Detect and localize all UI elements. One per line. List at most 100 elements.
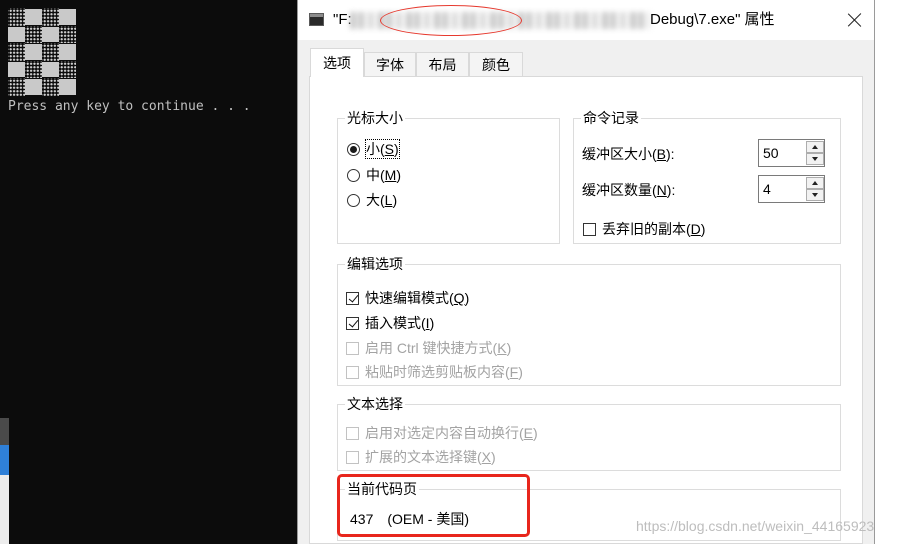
console-pattern-cell	[8, 78, 25, 96]
buffer-count-label: 缓冲区数量(N):	[582, 180, 675, 200]
checkbox-quick-edit-mode[interactable]: 快速编辑模式(Q)	[346, 288, 469, 308]
close-button[interactable]	[841, 6, 869, 34]
console-pattern-cell	[8, 43, 25, 61]
access-key: E	[523, 425, 534, 441]
console-pattern-cell	[8, 26, 25, 43]
group-title: 命令记录	[581, 109, 641, 127]
label-text: 缓冲区数量(	[582, 182, 657, 198]
label-text: )	[491, 449, 496, 465]
access-key: M	[384, 167, 397, 183]
label-text: 快速编辑模式(	[365, 290, 454, 306]
console-pattern-cell	[42, 43, 59, 61]
tab-options[interactable]: 选项	[310, 48, 364, 77]
label-text: 启用 Ctrl 键快捷方式(	[365, 340, 498, 356]
console-window[interactable]: Press any key to continue . . .	[0, 0, 297, 544]
console-checkerboard-output	[8, 8, 76, 96]
label-text: )	[700, 221, 706, 237]
console-pattern-cell	[59, 9, 76, 25]
tab-label: 选项	[323, 55, 351, 71]
checkbox[interactable]	[583, 222, 596, 236]
group-title: 编辑选项	[345, 255, 405, 273]
buffer-size-label: 缓冲区大小(B):	[582, 144, 675, 164]
console-pattern-cell	[25, 79, 42, 95]
access-key: B	[656, 146, 667, 162]
console-pattern-cell	[59, 25, 76, 44]
radio-button[interactable]	[347, 142, 360, 156]
label-text: 大(	[366, 192, 385, 208]
checkbox-discard-old-duplicates[interactable]: 丢弃旧的副本(D)	[583, 219, 705, 239]
background-window-accent	[0, 445, 9, 475]
checkbox-line-wrap-selection: 启用对选定内容自动换行(E)	[346, 423, 538, 443]
buffer-count-stepper	[758, 175, 825, 203]
label-text: 丢弃旧的副本(	[602, 221, 691, 237]
checkbox-label: 启用 Ctrl 键快捷方式(K)	[365, 339, 511, 357]
console-pattern-cell	[42, 8, 59, 26]
console-pattern-cell	[59, 60, 76, 79]
annotation-highlight-box	[337, 474, 530, 537]
radio-button[interactable]	[347, 193, 360, 207]
spin-up-icon	[812, 181, 818, 185]
spin-up-button[interactable]	[806, 177, 824, 189]
properties-dialog: "F: Debug\7.exe" 属性 选项 字体 布局 颜色 光标大小 小(S…	[297, 0, 875, 544]
checkbox	[346, 450, 359, 464]
buffer-count-input[interactable]	[759, 176, 805, 202]
label-text: )	[429, 315, 435, 331]
label-text: )	[396, 167, 402, 183]
background-window-edge-light	[0, 475, 9, 544]
buffer-size-stepper	[758, 139, 825, 167]
console-pattern-cell	[8, 8, 25, 26]
label-text: )	[394, 141, 399, 157]
access-key: F	[509, 364, 519, 380]
radio-cursor-medium[interactable]: 中(M)	[347, 165, 401, 185]
radio-label: 小(S)	[365, 139, 400, 159]
spin-down-button[interactable]	[806, 153, 824, 165]
radio-button[interactable]	[347, 168, 360, 182]
console-pattern-cell	[8, 61, 25, 78]
access-key: D	[690, 221, 701, 237]
radio-label: 中(M)	[366, 166, 401, 184]
checkbox-ctrl-shortcuts: 启用 Ctrl 键快捷方式(K)	[346, 338, 511, 358]
checkbox-insert-mode[interactable]: 插入模式(I)	[346, 313, 434, 333]
console-pattern-cell	[59, 79, 76, 95]
checkbox-label: 启用对选定内容自动换行(E)	[365, 424, 538, 442]
console-pattern-cell	[25, 60, 42, 79]
tab-colors[interactable]: 颜色	[469, 52, 523, 76]
tab-layout[interactable]: 布局	[416, 52, 469, 76]
checkbox-label: 扩展的文本选择键(X)	[365, 448, 496, 466]
checkbox[interactable]	[346, 316, 359, 330]
label-text: ):	[666, 146, 675, 162]
label-text: 中(	[366, 167, 385, 183]
label-text: )	[392, 192, 398, 208]
annotation-ellipse	[380, 5, 522, 36]
spin-up-icon	[812, 145, 818, 149]
console-pattern-cell	[42, 26, 59, 43]
label-text: )	[518, 364, 523, 380]
checkbox-label: 快速编辑模式(Q)	[365, 289, 469, 307]
tab-label: 布局	[428, 56, 457, 73]
checkbox-label: 丢弃旧的副本(D)	[602, 220, 705, 238]
field-label: 缓冲区大小(B):	[582, 145, 675, 163]
title-bar[interactable]: "F: Debug\7.exe" 属性	[298, 0, 874, 40]
checkbox[interactable]	[346, 291, 359, 305]
access-key: N	[656, 182, 667, 198]
command-history-group: 命令记录 缓冲区大小(B): 缓冲区数量(N):	[573, 109, 841, 244]
text-selection-group: 文本选择 启用对选定内容自动换行(E) 扩展的文本选择键(X)	[337, 395, 841, 471]
label-text: )	[464, 290, 470, 306]
console-pattern-cell	[25, 9, 42, 25]
close-icon	[847, 12, 863, 28]
cursor-size-group: 光标大小 小(S) 中(M) 大(L)	[337, 109, 560, 244]
tab-label: 颜色	[482, 56, 510, 73]
label-text: 扩展的文本选择键(	[365, 449, 482, 465]
radio-cursor-large[interactable]: 大(L)	[347, 190, 397, 210]
tab-font[interactable]: 字体	[364, 52, 416, 76]
console-pattern-cell	[25, 25, 42, 44]
edit-options-group: 编辑选项 快速编辑模式(Q) 插入模式(I) 启用 Ctrl 键快捷方式(K) …	[337, 255, 841, 386]
radio-cursor-small[interactable]: 小(S)	[347, 139, 400, 159]
buffer-size-input[interactable]	[759, 140, 805, 166]
spin-down-button[interactable]	[806, 189, 824, 201]
window-title-suffix: Debug\7.exe" 属性	[650, 11, 775, 28]
spin-up-button[interactable]	[806, 141, 824, 153]
icon-titlebar-strip	[310, 14, 323, 17]
console-message: Press any key to continue . . .	[8, 99, 251, 114]
spin-down-icon	[812, 193, 818, 197]
